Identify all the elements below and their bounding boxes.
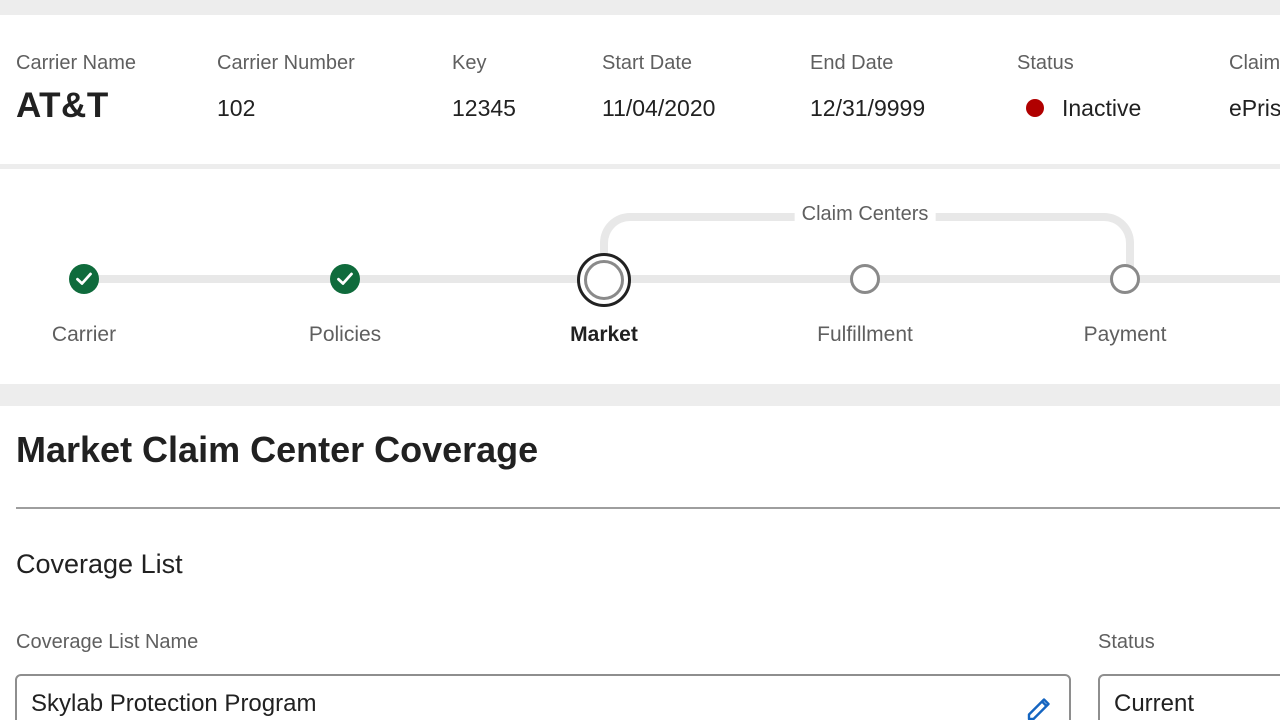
- start-date-label: Start Date: [602, 52, 693, 74]
- progress-stepper: Claim Centers Carrier Policies Market Fu…: [0, 169, 1280, 384]
- claim-value: ePris: [1229, 95, 1280, 121]
- status-label: Status: [1017, 52, 1074, 74]
- coverage-list-name-field[interactable]: Skylab Protection Program: [15, 674, 1071, 720]
- step-policies-label[interactable]: Policies: [309, 323, 381, 347]
- title-divider: [16, 507, 1280, 509]
- carrier-info-card: Carrier Name AT&T Carrier Number 102 Key…: [0, 15, 1280, 164]
- coverage-list-section-title: Coverage List: [16, 549, 183, 579]
- start-date-value: 11/04/2020: [602, 95, 716, 121]
- step-market-label[interactable]: Market: [570, 323, 638, 347]
- end-date-label: End Date: [810, 52, 894, 74]
- carrier-name-value: AT&T: [16, 86, 109, 125]
- step-carrier-complete-icon[interactable]: [69, 264, 99, 294]
- checkmark-icon: [337, 272, 353, 285]
- status-select-field[interactable]: Current: [1098, 674, 1280, 720]
- status-value: Inactive: [1062, 95, 1142, 121]
- end-date-value: 12/31/9999: [810, 95, 926, 121]
- carrier-number-value: 102: [217, 95, 256, 121]
- carrier-number-label: Carrier Number: [217, 52, 355, 74]
- key-label: Key: [452, 52, 487, 74]
- status-select-value: Current: [1114, 690, 1195, 717]
- step-market-current-icon[interactable]: [577, 253, 631, 307]
- step-payment-incomplete-icon[interactable]: [1110, 264, 1140, 294]
- key-value: 12345: [452, 95, 516, 121]
- page-title: Market Claim Center Coverage: [16, 429, 539, 470]
- step-fulfillment-incomplete-icon[interactable]: [850, 264, 880, 294]
- status-dot-icon: [1026, 99, 1044, 117]
- status-indicator: Inactive: [1026, 95, 1141, 122]
- step-carrier-label[interactable]: Carrier: [52, 323, 116, 347]
- claim-label: Claim: [1229, 52, 1280, 74]
- step-policies-complete-icon[interactable]: [330, 264, 360, 294]
- claim-centers-group-label: Claim Centers: [794, 203, 936, 226]
- status-select-label: Status: [1098, 631, 1155, 653]
- step-payment-label[interactable]: Payment: [1084, 323, 1167, 347]
- main-content: Market Claim Center Coverage Coverage Li…: [0, 406, 1280, 720]
- step-fulfillment-label[interactable]: Fulfillment: [817, 323, 913, 347]
- coverage-list-name-value: Skylab Protection Program: [31, 690, 317, 717]
- page: Carrier Name AT&T Carrier Number 102 Key…: [0, 0, 1280, 720]
- checkmark-icon: [76, 272, 92, 285]
- pencil-edit-icon[interactable]: [1021, 690, 1055, 720]
- carrier-name-label: Carrier Name: [16, 52, 137, 74]
- coverage-list-name-label: Coverage List Name: [16, 631, 199, 653]
